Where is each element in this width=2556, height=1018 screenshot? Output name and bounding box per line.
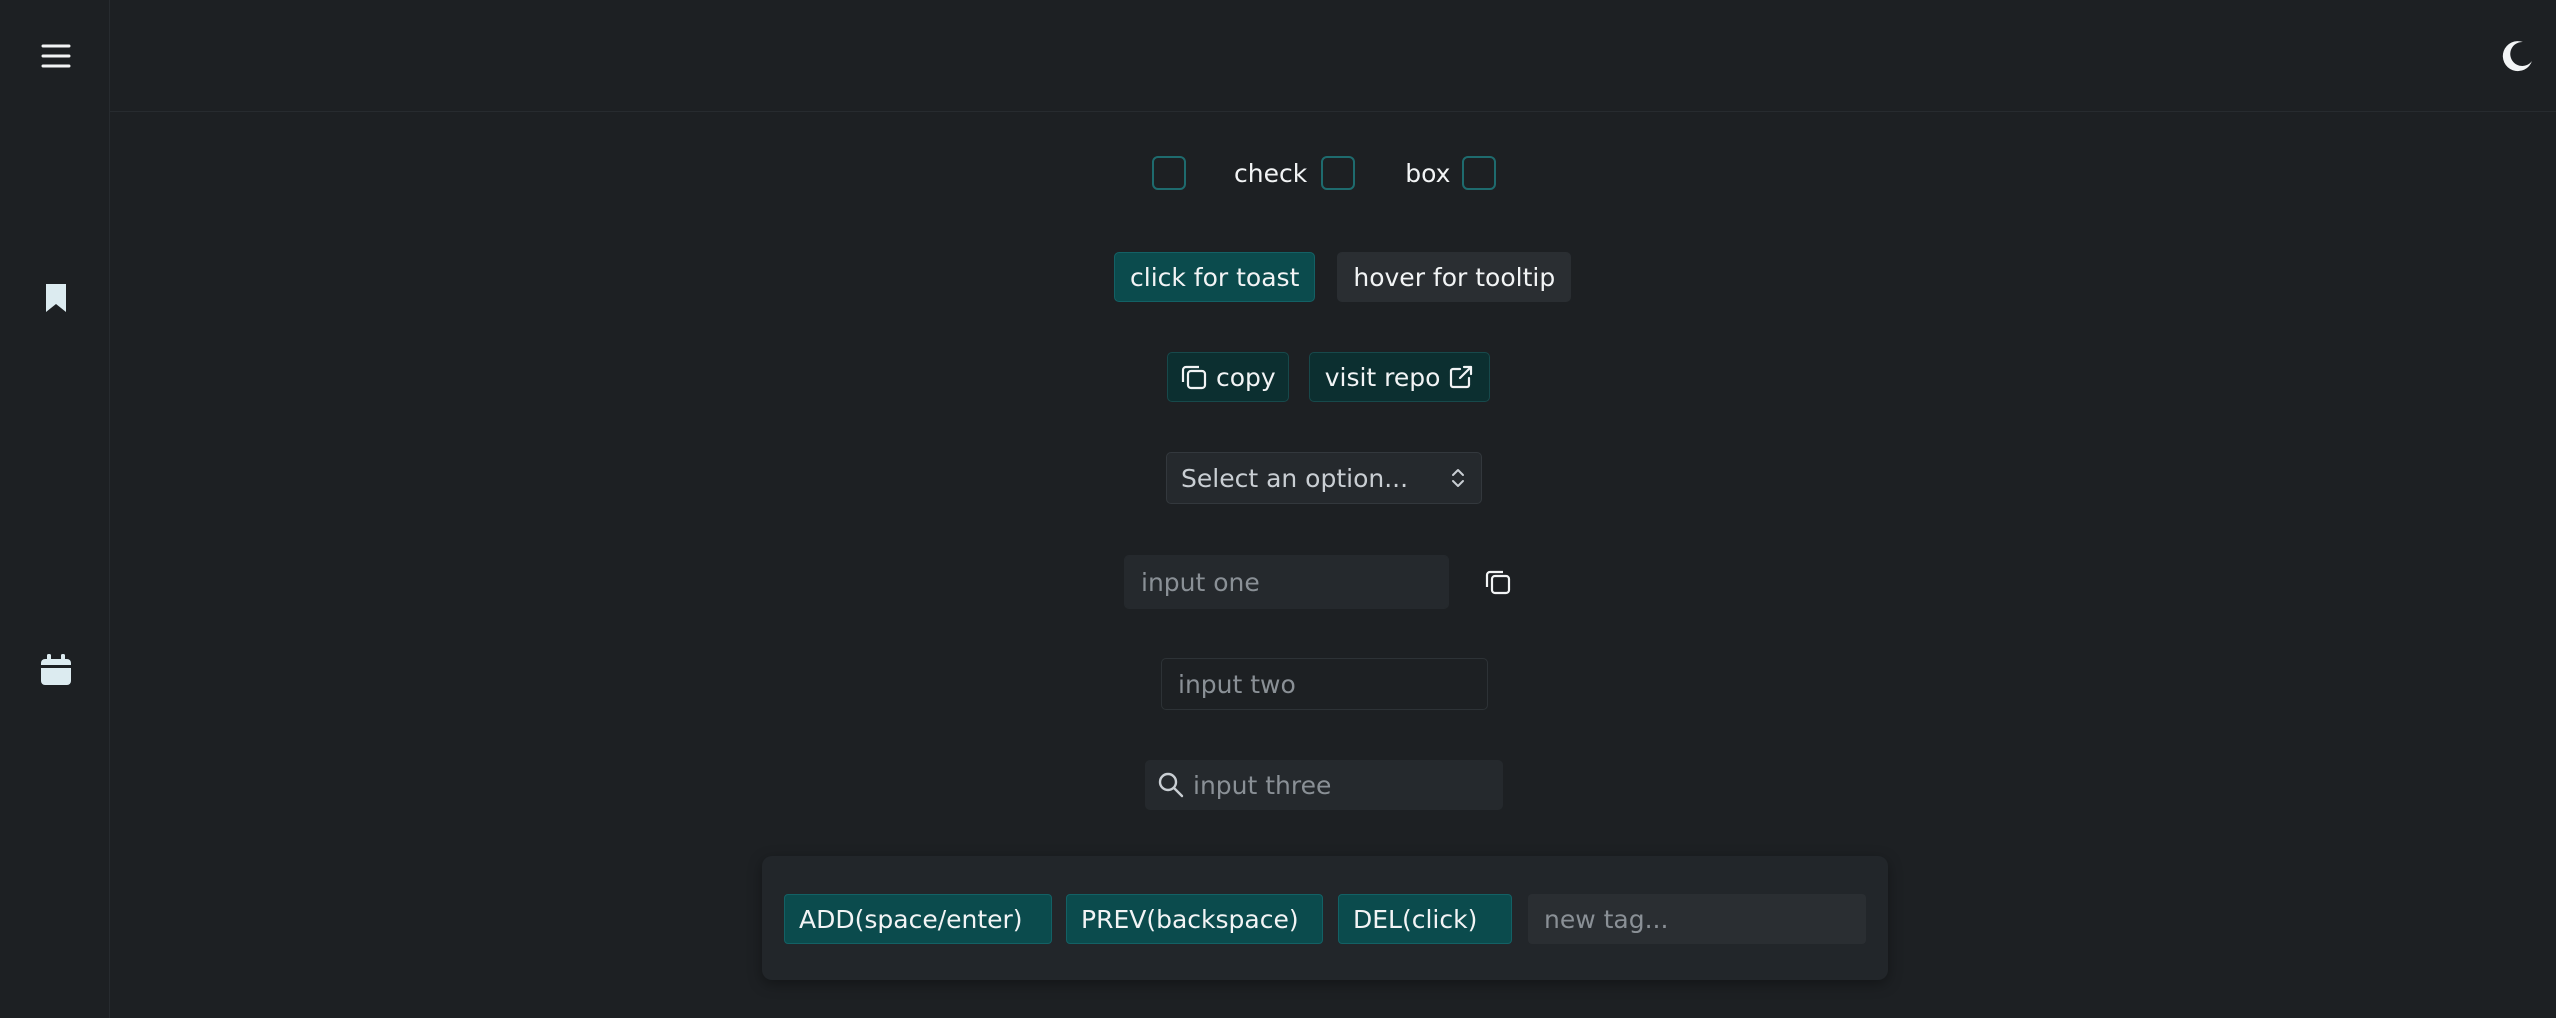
chevron-up-down-icon [1452,469,1464,487]
tag-prev[interactable]: PREV(backspace) [1066,894,1323,944]
copy-button-label: copy [1216,362,1276,392]
checkbox-1[interactable] [1152,156,1186,190]
top-bar [110,0,2556,112]
input-two-row [1161,658,1488,710]
moon-icon[interactable] [2498,36,2538,76]
input-two[interactable] [1161,658,1488,710]
input-one-row [1124,555,1513,609]
sidebar [0,0,110,1018]
copy-input-icon[interactable] [1483,567,1513,597]
toast-button[interactable]: click for toast [1114,252,1316,302]
input-one[interactable] [1124,555,1449,609]
copy-icon [1181,365,1207,390]
bookmark-icon[interactable] [40,280,72,316]
calendar-icon[interactable] [38,652,74,688]
external-link-icon [1450,365,1473,389]
checkbox-row: check box [1152,156,1497,190]
tooltip-button[interactable]: hover for tooltip [1337,252,1572,302]
select-value: Select an option... [1181,463,1409,493]
copy-visit-row: copy visit repo [1167,352,1491,402]
tag-add[interactable]: ADD(space/enter) [784,894,1052,944]
option-select[interactable]: Select an option... [1166,452,1482,504]
select-row: Select an option... [1166,452,1482,504]
search-icon [1145,771,1185,799]
checkbox-label-box: box [1405,158,1451,188]
checkbox-2[interactable] [1321,156,1356,190]
tag-input-panel: ADD(space/enter) PREV(backspace) DEL(cli… [762,856,1888,980]
visit-repo-button[interactable]: visit repo [1308,352,1491,402]
checkbox-3[interactable] [1462,156,1497,190]
input-three[interactable] [1185,760,1495,810]
new-tag-input[interactable] [1528,894,1866,944]
visit-repo-label: visit repo [1324,362,1441,392]
input-three-wrapper [1145,760,1503,810]
toast-tooltip-row: click for toast hover for tooltip [1114,252,1572,302]
copy-button[interactable]: copy [1167,352,1289,402]
checkbox-label-check: check [1234,158,1308,188]
tag-del[interactable]: DEL(click) [1338,894,1512,944]
menu-icon[interactable] [34,38,78,74]
